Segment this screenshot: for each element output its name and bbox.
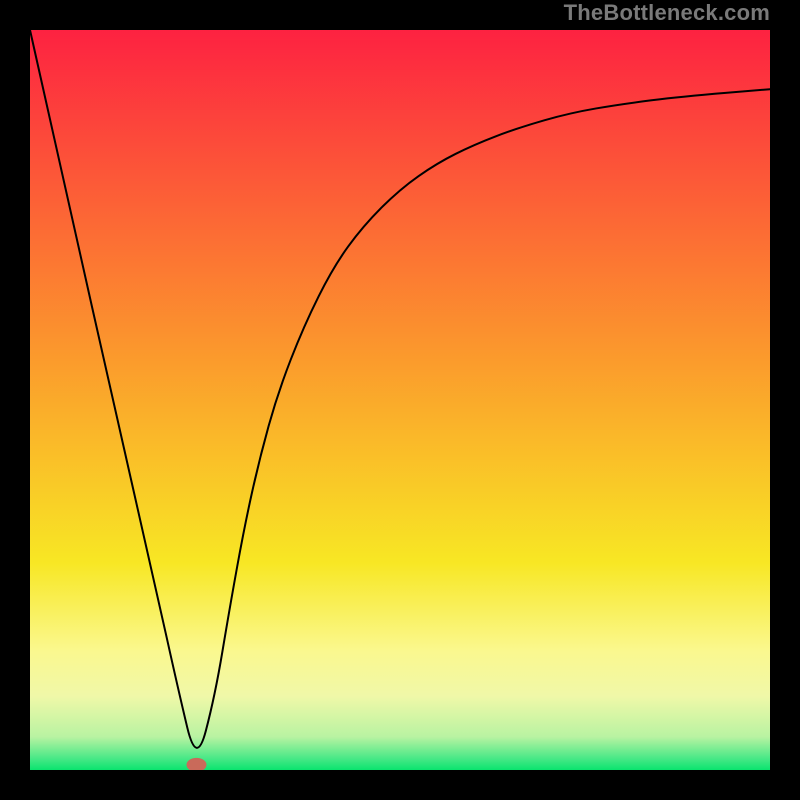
watermark-text: TheBottleneck.com (564, 0, 770, 26)
plot-area (30, 30, 770, 770)
gradient-background (30, 30, 770, 770)
chart-frame: TheBottleneck.com (0, 0, 800, 800)
chart-svg (30, 30, 770, 770)
